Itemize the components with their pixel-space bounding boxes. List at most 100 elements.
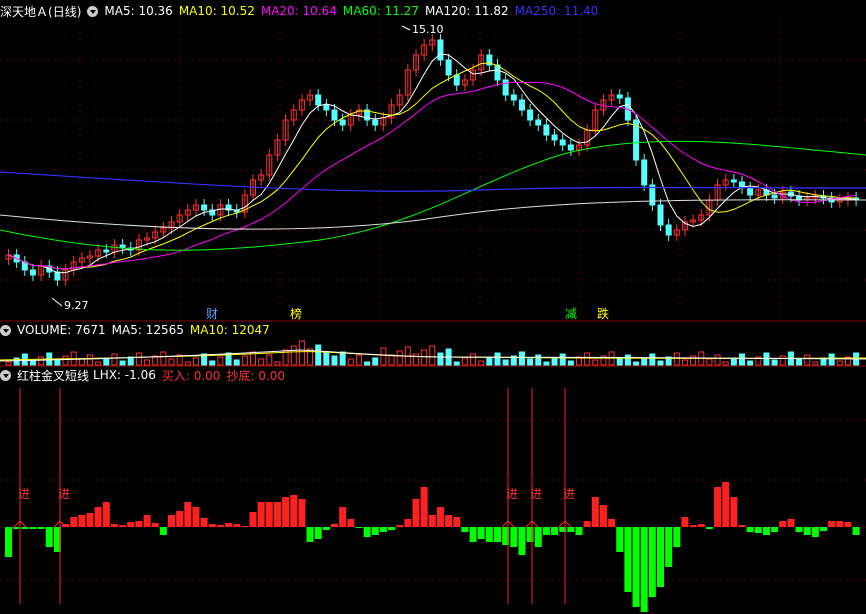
volume-bar — [641, 357, 648, 366]
volume-bar — [413, 353, 419, 366]
volume-bar — [592, 359, 599, 366]
indicator-bar-green — [762, 527, 770, 535]
volume-bar — [266, 354, 273, 366]
indicator-bar-green — [371, 527, 379, 535]
volume-bar — [804, 354, 811, 366]
indicator-bar-red — [94, 507, 102, 527]
volume-bar — [836, 360, 843, 366]
indicator-bar-green — [542, 527, 550, 535]
indicator-bar-red — [787, 519, 795, 527]
candle-body — [103, 249, 110, 253]
indicator-bar-red — [722, 482, 730, 527]
volume-bar — [192, 357, 199, 366]
indicator-bar-green — [746, 527, 754, 532]
volume-bar — [127, 356, 134, 366]
indicator-bar-red — [436, 507, 444, 527]
volume-bar — [364, 361, 371, 366]
indicator-bar-red — [208, 524, 216, 527]
candle-body — [494, 64, 501, 81]
indicator-bar-green — [159, 527, 167, 535]
indicator-bar-red — [445, 515, 453, 527]
candle-body — [543, 124, 550, 136]
volume-bar — [739, 353, 745, 366]
candle-body — [339, 119, 346, 126]
volume-bar — [543, 361, 550, 366]
volume-bar — [298, 340, 305, 366]
ma10-line — [8, 62, 857, 270]
indicator-bar-green — [37, 527, 45, 529]
indicator-bar-red — [176, 511, 184, 527]
volume-bar — [184, 361, 191, 366]
candle-body — [510, 94, 517, 101]
buy-signal-label: 进 — [58, 487, 70, 501]
indicator-bar-green — [534, 527, 542, 547]
volume-bar — [494, 352, 501, 366]
candle-body — [657, 204, 664, 226]
indicator-bar-red — [86, 513, 94, 527]
indicator-bar-red — [689, 525, 697, 527]
indicator-bar-green — [322, 527, 330, 530]
candle-body — [437, 39, 444, 61]
indicator-bar-red — [241, 526, 249, 527]
indicator-bar-red — [420, 487, 428, 527]
indicator-bar-green — [510, 527, 518, 547]
volume-bar — [657, 360, 664, 366]
candle-body — [771, 194, 778, 199]
indicator-bar-red — [143, 515, 151, 527]
indicator-bar-green — [754, 527, 762, 533]
indicator-bar-red — [265, 502, 273, 527]
volume-bar — [315, 344, 322, 366]
volume-bar — [233, 359, 240, 366]
volume-bar — [111, 353, 118, 366]
low-price-label: 9.27 — [64, 299, 89, 312]
volume-bar — [135, 352, 142, 366]
indicator-bar-green — [624, 527, 632, 592]
candle-body — [665, 224, 672, 236]
volume-bar — [584, 352, 591, 366]
indicator-bar-red — [828, 521, 836, 527]
indicator-bar-green — [771, 527, 779, 532]
candle-body — [315, 94, 322, 106]
volume-bar — [209, 360, 216, 366]
high-pointer — [401, 25, 411, 31]
volume-bar — [78, 358, 85, 366]
indicator-bar-green — [657, 527, 664, 587]
volume-bar — [258, 358, 265, 366]
volume-bar — [119, 360, 126, 366]
volume-bar — [380, 347, 387, 366]
volume-bar — [103, 357, 110, 366]
low-pointer — [51, 297, 63, 307]
indicator-bar-green — [485, 527, 493, 542]
indicator-bar-red — [200, 518, 208, 527]
indicator-bar-red — [110, 524, 118, 527]
indicator-bar-red — [331, 524, 338, 527]
indicator-bar-red — [192, 507, 200, 527]
volume-bar — [160, 351, 167, 366]
volume-bar — [690, 355, 697, 366]
chart-canvas[interactable]: 15.109.27财榜减跌进进进进进 — [0, 0, 866, 614]
volume-bar — [331, 355, 338, 366]
indicator-bar-red — [78, 515, 86, 527]
volume-bar — [771, 359, 778, 366]
indicator-bar-green — [648, 527, 656, 597]
indicator-bar-red — [233, 524, 241, 527]
candle-body — [445, 59, 452, 76]
candle-body — [323, 104, 330, 111]
volume-bar — [706, 358, 713, 366]
event-marker: 榜 — [290, 306, 302, 321]
indicator-bar-red — [249, 512, 257, 527]
volume-bar — [747, 360, 754, 366]
volume-bar — [355, 354, 362, 366]
volume-bar — [372, 357, 379, 366]
candle-body — [331, 109, 338, 121]
event-marker: 财 — [206, 307, 218, 321]
event-marker: 减 — [565, 307, 577, 321]
indicator-bar-red — [844, 522, 852, 527]
indicator-bar-green — [29, 527, 37, 529]
volume-bar — [38, 356, 45, 366]
indicator-bar-red — [428, 515, 436, 527]
volume-bar — [567, 360, 574, 366]
candle-body — [551, 134, 558, 141]
indicator-bar-green — [705, 527, 713, 529]
candle-body — [201, 204, 208, 211]
